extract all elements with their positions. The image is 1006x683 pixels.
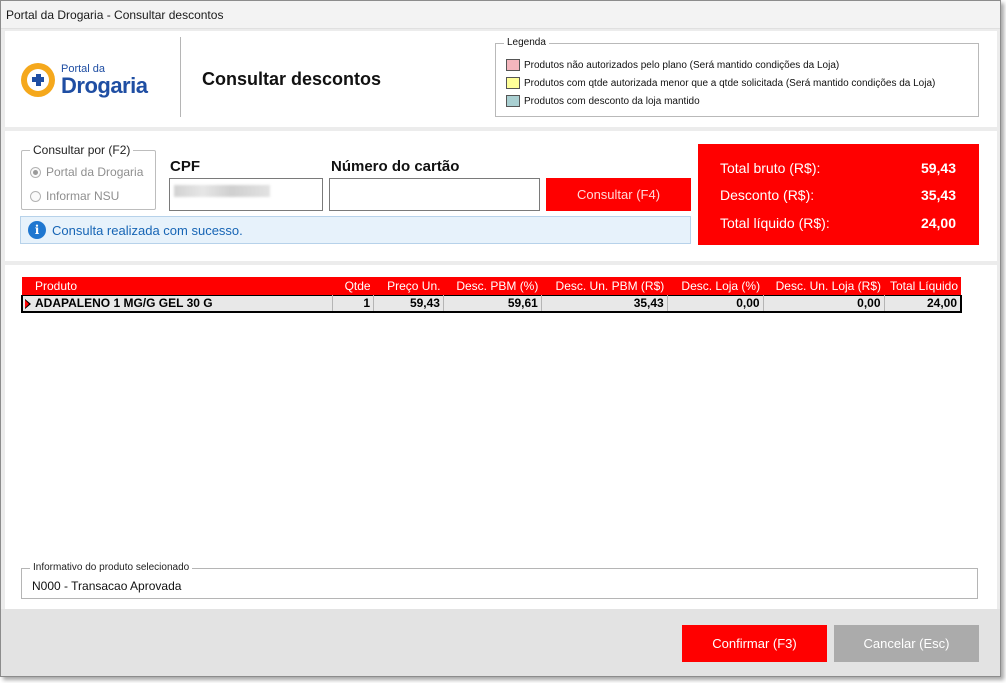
column-header-desc-un-pbm[interactable]: Desc. Un. PBM (R$) — [541, 277, 668, 295]
filter-panel: Consultar por (F2) Portal da Drogaria In… — [5, 131, 997, 261]
info-message-text: Consulta realizada com sucesso. — [52, 222, 243, 238]
cell-qtde[interactable]: 1 — [332, 294, 375, 313]
total-bruto-row: Total bruto (R$): 59,43 — [720, 160, 956, 176]
cpf-input[interactable] — [169, 178, 323, 211]
cell-desc-loja-pct[interactable]: 0,00 — [667, 294, 764, 313]
total-liquido-value: 24,00 — [920, 215, 956, 231]
cell-preco-un[interactable]: 59,43 — [373, 294, 444, 313]
legend-item-not-authorized: Produtos não autorizados pelo plano (Ser… — [506, 58, 839, 72]
card-number-input[interactable] — [329, 178, 540, 211]
footer-bar: Confirmar (F3) Cancelar (Esc) — [1, 609, 1000, 676]
legend-label: Produtos com qtde autorizada menor que a… — [524, 77, 936, 89]
column-header-total-liquido[interactable]: Total Líquido — [884, 277, 961, 295]
consultar-button[interactable]: Consultar (F4) — [546, 178, 691, 211]
product-info-box: Informativo do produto selecionado N000 … — [21, 562, 978, 599]
radio-button-unchecked[interactable] — [30, 190, 41, 202]
legend-swatch-yellow — [506, 77, 520, 89]
desconto-label: Desconto (R$): — [720, 187, 815, 203]
portal-drogaria-logo: Portal da Drogaria — [21, 61, 161, 101]
desconto-row: Desconto (R$): 35,43 — [720, 187, 956, 203]
card-number-label: Número do cartão — [331, 158, 460, 175]
products-grid[interactable]: Produto Qtde Preço Un. Desc. PBM (%) Des… — [21, 277, 962, 313]
legend-label: Produtos com desconto da loja mantido — [524, 95, 700, 107]
totals-panel: Total bruto (R$): 59,43 Desconto (R$): 3… — [698, 144, 979, 245]
confirm-button[interactable]: Confirmar (F3) — [682, 625, 827, 662]
consultar-por-title: Consultar por (F2) — [30, 143, 134, 157]
legend-swatch-pink — [506, 59, 520, 71]
radio-label: Portal da Drogaria — [46, 165, 144, 179]
cpf-label: CPF — [170, 158, 200, 175]
total-bruto-value: 59,43 — [920, 160, 956, 176]
cell-desc-un-loja[interactable]: 0,00 — [763, 294, 885, 313]
consultar-por-group: Consultar por (F2) Portal da Drogaria In… — [21, 143, 156, 210]
total-bruto-label: Total bruto (R$): — [720, 160, 821, 176]
logo-text-big: Drogaria — [61, 73, 148, 98]
row-pointer-icon — [23, 297, 33, 311]
cell-desc-un-pbm[interactable]: 35,43 — [541, 294, 668, 313]
legend-swatch-teal — [506, 95, 520, 107]
total-liquido-label: Total líquido (R$): — [720, 215, 830, 231]
product-info-text: N000 - Transacao Aprovada — [32, 579, 182, 593]
cell-produto-text: ADAPALENO 1 MG/G GEL 30 G — [35, 295, 213, 310]
header-divider — [180, 37, 181, 117]
legend-item-qty-lower: Produtos com qtde autorizada menor que a… — [506, 76, 935, 90]
legend-box: Legenda Produtos não autorizados pelo pl… — [495, 37, 979, 117]
radio-informar-nsu[interactable]: Informar NSU — [30, 189, 119, 203]
column-header-desc-pbm-pct[interactable]: Desc. PBM (%) — [443, 277, 542, 295]
column-header-desc-un-loja[interactable]: Desc. Un. Loja (R$) — [763, 277, 884, 295]
info-message-bar: i Consulta realizada com sucesso. — [20, 216, 691, 244]
plus-logo-icon — [21, 63, 55, 97]
radio-button-checked[interactable] — [30, 166, 41, 178]
radio-portal-drogaria[interactable]: Portal da Drogaria — [30, 165, 143, 179]
main-window: Portal da Drogaria - Consultar descontos… — [0, 0, 1001, 677]
grid-header-row: Produto Qtde Preço Un. Desc. PBM (%) Des… — [22, 277, 961, 295]
page-title: Consultar descontos — [202, 69, 382, 89]
table-row[interactable]: ADAPALENO 1 MG/G GEL 30 G 1 59,43 59,61 … — [21, 294, 962, 313]
cell-desc-pbm-pct[interactable]: 59,61 — [443, 294, 542, 313]
cancel-button[interactable]: Cancelar (Esc) — [834, 625, 979, 662]
legend-title: Legenda — [504, 37, 549, 48]
total-liquido-row: Total líquido (R$): 24,00 — [720, 215, 956, 231]
column-header-preco-un[interactable]: Preço Un. — [373, 277, 444, 295]
desconto-value: 35,43 — [920, 187, 956, 203]
product-info-title: Informativo do produto selecionado — [30, 562, 193, 573]
legend-label: Produtos não autorizados pelo plano (Ser… — [524, 59, 840, 71]
cell-produto[interactable]: ADAPALENO 1 MG/G GEL 30 G — [21, 294, 334, 313]
title-bar: Portal da Drogaria - Consultar descontos — [1, 1, 1000, 29]
header-panel: Portal da Drogaria Consultar descontos L… — [5, 31, 997, 127]
column-header-desc-loja-pct[interactable]: Desc. Loja (%) — [667, 277, 764, 295]
column-header-qtde[interactable]: Qtde — [332, 277, 374, 295]
info-icon: i — [28, 221, 46, 239]
cell-total-liquido[interactable]: 24,00 — [884, 294, 962, 313]
cpf-redacted-value — [174, 185, 270, 197]
products-panel: Produto Qtde Preço Un. Desc. PBM (%) Des… — [5, 265, 997, 609]
window-title: Portal da Drogaria - Consultar descontos — [6, 8, 224, 22]
column-header-produto[interactable]: Produto — [22, 277, 333, 295]
legend-item-store-discount: Produtos com desconto da loja mantido — [506, 94, 700, 108]
radio-label: Informar NSU — [46, 189, 120, 203]
